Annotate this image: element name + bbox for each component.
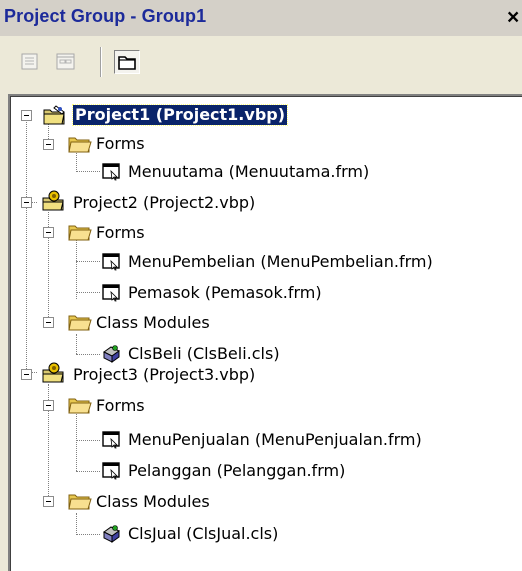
tree-folder-class-modules-label[interactable]: Class Modules bbox=[96, 492, 210, 512]
tree-form-item-label[interactable]: MenuPembelian (MenuPembelian.frm) bbox=[128, 252, 433, 272]
tree-class-item-label[interactable]: ClsJual (ClsJual.cls) bbox=[128, 524, 278, 544]
form-icon bbox=[102, 462, 120, 480]
project-tree: Project1 (Project1.vbp) Forms Menuutama … bbox=[8, 94, 522, 571]
project3-classes-collapse-toggle[interactable] bbox=[43, 496, 54, 507]
view-object-icon bbox=[56, 53, 75, 70]
tree-form-item-label[interactable]: Menuutama (Menuutama.frm) bbox=[128, 162, 369, 182]
folder-open-icon bbox=[68, 398, 92, 414]
project-vbp-icon bbox=[42, 362, 64, 383]
tree-folder-forms-label[interactable]: Forms bbox=[96, 134, 145, 154]
tree-root-line bbox=[26, 117, 28, 369]
folder-open-icon bbox=[68, 494, 92, 510]
tree-folder-class-modules-label[interactable]: Class Modules bbox=[96, 313, 210, 333]
tree-connector bbox=[76, 534, 100, 536]
project2-forms-collapse-toggle[interactable] bbox=[43, 227, 54, 238]
project1-forms-collapse-toggle[interactable] bbox=[43, 139, 54, 150]
tree-project3-label[interactable]: Project3 (Project3.vbp) bbox=[73, 365, 255, 385]
project1-collapse-toggle[interactable] bbox=[21, 110, 32, 121]
class-module-icon bbox=[103, 525, 120, 543]
folder-open-icon bbox=[68, 225, 92, 241]
tree-connector bbox=[48, 124, 50, 139]
project-vbp-icon bbox=[43, 105, 65, 125]
tree-connector bbox=[76, 354, 100, 356]
toggle-folders-icon bbox=[118, 56, 136, 70]
view-code-button[interactable] bbox=[17, 50, 43, 74]
folder-open-icon bbox=[68, 137, 92, 153]
tree-connector bbox=[76, 513, 78, 533]
folder-open-icon bbox=[68, 315, 92, 331]
tree-project2-label[interactable]: Project2 (Project2.vbp) bbox=[73, 193, 255, 213]
form-icon bbox=[102, 431, 120, 449]
toolbar-separator bbox=[100, 47, 102, 77]
project3-forms-collapse-toggle[interactable] bbox=[43, 400, 54, 411]
title-bar: Project Group - Group1 × bbox=[0, 0, 522, 36]
project3-collapse-toggle[interactable] bbox=[21, 369, 32, 380]
tree-form-item-label[interactable]: Pemasok (Pemasok.frm) bbox=[128, 283, 322, 303]
class-module-icon bbox=[103, 345, 120, 363]
tree-connector bbox=[76, 171, 100, 173]
toolbar bbox=[0, 36, 522, 88]
tree-connector bbox=[76, 471, 100, 473]
view-object-button[interactable] bbox=[53, 50, 79, 74]
close-button[interactable]: × bbox=[507, 7, 522, 29]
form-icon bbox=[102, 253, 120, 271]
tree-connector bbox=[76, 238, 78, 299]
tree-class-item-label[interactable]: ClsBeli (ClsBeli.cls) bbox=[128, 344, 280, 364]
view-code-icon bbox=[21, 53, 38, 70]
tree-connector bbox=[76, 292, 100, 294]
tree-connector bbox=[76, 261, 100, 263]
tree-folder-forms-label[interactable]: Forms bbox=[96, 223, 145, 243]
project-vbp-icon bbox=[42, 190, 64, 211]
toggle-folders-button[interactable] bbox=[114, 50, 140, 74]
tree-form-item-label[interactable]: Pelanggan (Pelanggan.frm) bbox=[128, 461, 345, 481]
form-icon bbox=[102, 284, 120, 302]
tree-connector bbox=[76, 440, 100, 442]
tree-form-item-label[interactable]: MenuPenjualan (MenuPenjualan.frm) bbox=[128, 430, 422, 450]
form-icon bbox=[102, 163, 120, 181]
tree-folder-forms-label[interactable]: Forms bbox=[96, 396, 145, 416]
project2-collapse-toggle[interactable] bbox=[21, 197, 32, 208]
project2-classes-collapse-toggle[interactable] bbox=[43, 317, 54, 328]
tree-connector bbox=[76, 334, 78, 354]
window-title: Project Group - Group1 bbox=[4, 6, 207, 26]
tree-project1-label[interactable]: Project1 (Project1.vbp) bbox=[71, 104, 289, 126]
